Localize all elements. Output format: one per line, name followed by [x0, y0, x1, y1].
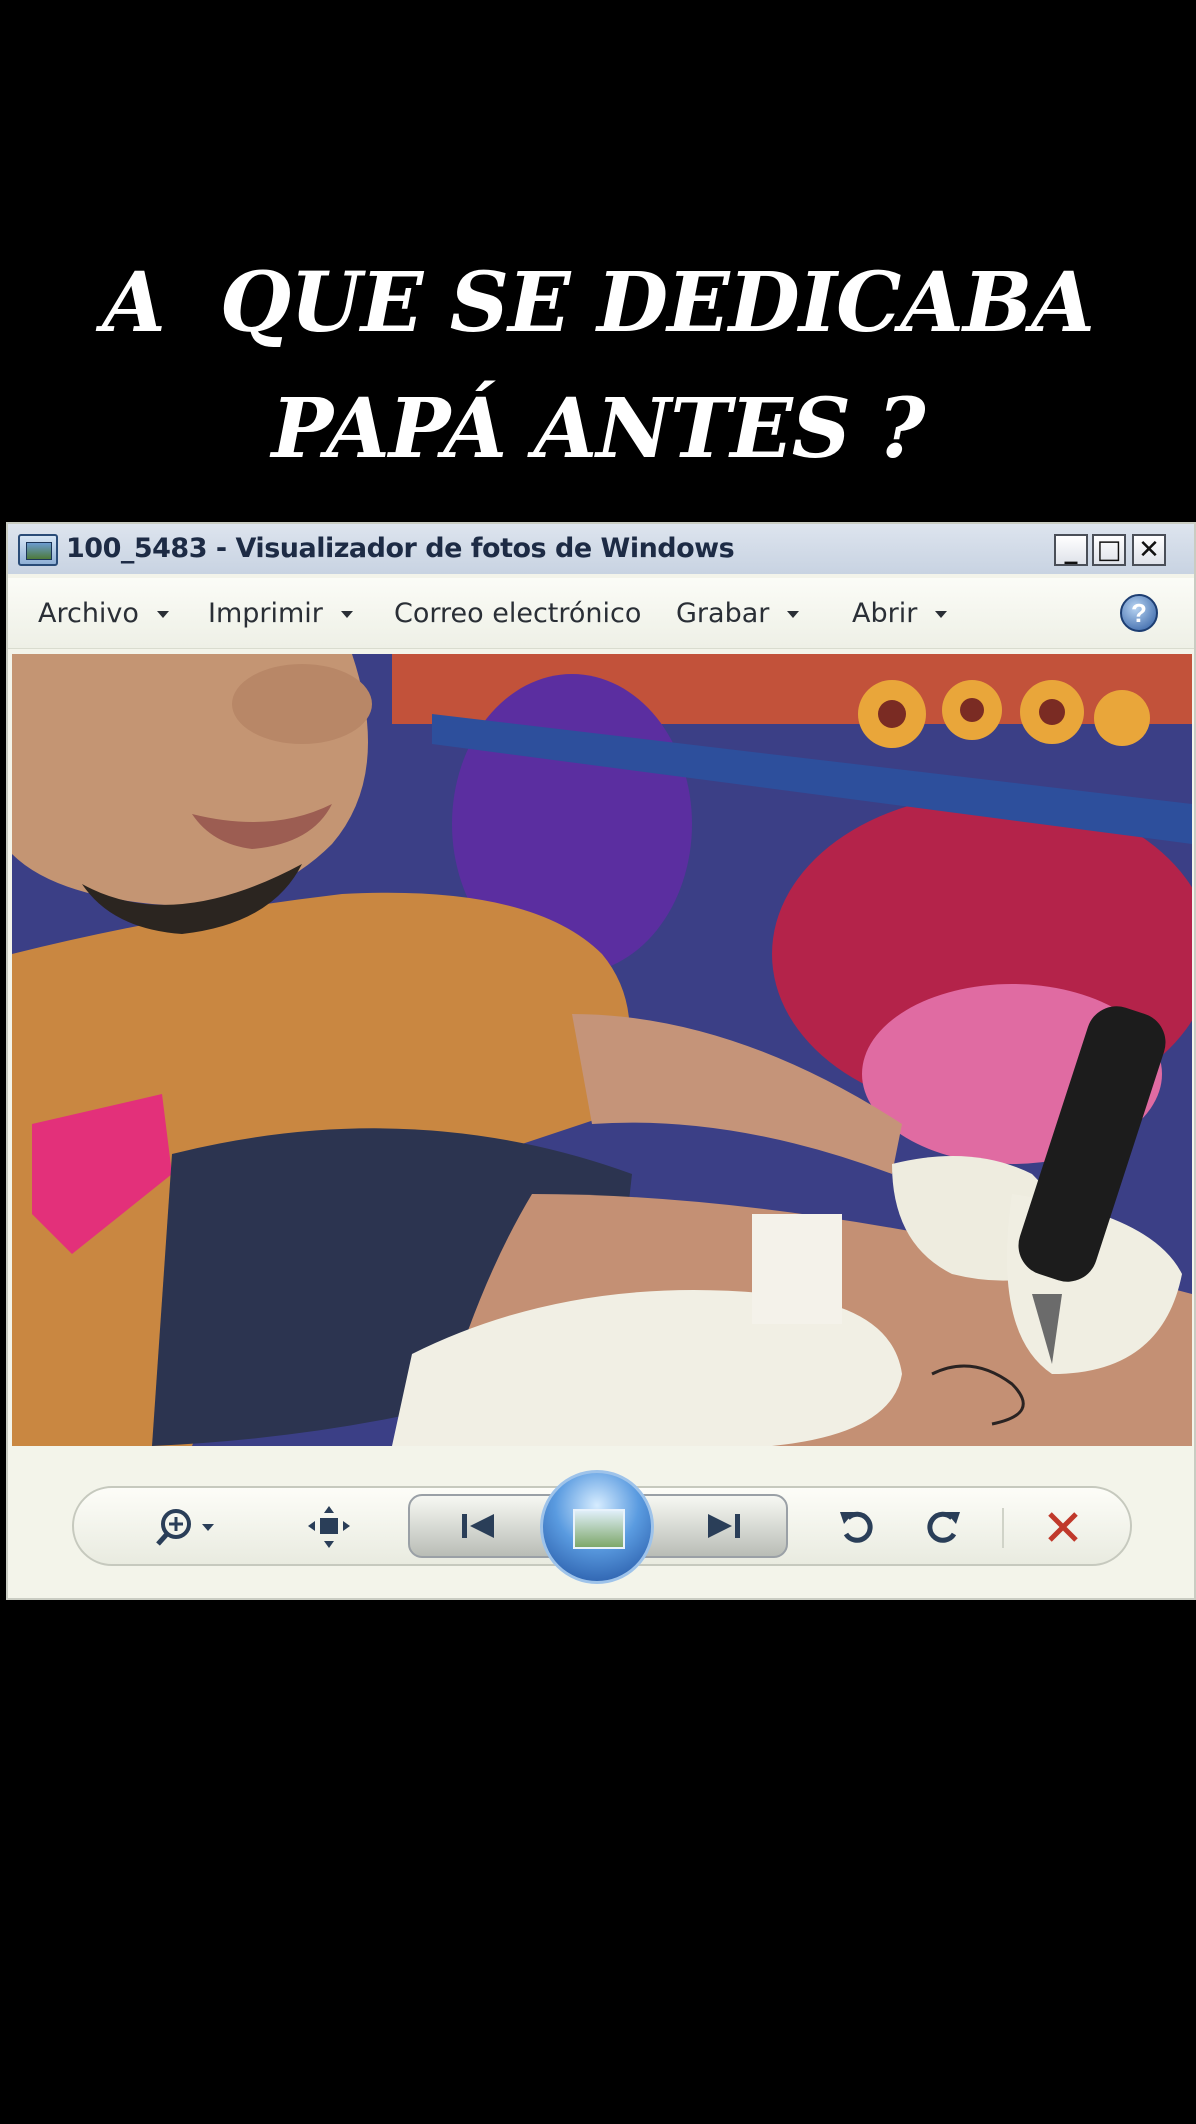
chevron-down-icon — [935, 611, 948, 618]
rotate-left-icon[interactable] — [834, 1504, 880, 1550]
maximize-button[interactable]: □ — [1092, 534, 1126, 566]
chevron-down-icon — [340, 611, 353, 618]
slideshow-icon — [573, 1509, 625, 1549]
previous-icon[interactable] — [454, 1506, 504, 1546]
menu-archivo[interactable]: Archivo — [38, 598, 169, 629]
photo-display — [12, 654, 1192, 1446]
photo-viewer-window: 100_5483 - Visualizador de fotos de Wind… — [6, 522, 1196, 1600]
actual-size-icon[interactable] — [304, 1504, 354, 1550]
bottom-toolbar — [8, 1450, 1194, 1598]
menu-grabar[interactable]: Grabar — [676, 598, 800, 629]
chevron-down-icon — [156, 611, 169, 618]
caption-line-1: A QUE SE DEDICABA — [102, 255, 1095, 351]
menu-imprimir[interactable]: Imprimir — [208, 598, 353, 629]
title-bar[interactable]: 100_5483 - Visualizador de fotos de Wind… — [8, 524, 1194, 574]
minimize-button[interactable]: _ — [1054, 534, 1088, 566]
window-title: 100_5483 - Visualizador de fotos de Wind… — [66, 533, 735, 564]
menu-abrir[interactable]: Abrir — [852, 598, 948, 629]
menu-correo[interactable]: Correo electrónico — [394, 598, 641, 629]
tattoo-photo — [12, 654, 1192, 1446]
next-icon[interactable] — [698, 1506, 748, 1546]
delete-icon[interactable] — [1040, 1504, 1086, 1550]
caption: A QUE SE DEDICABA PAPÁ ANTES ? — [0, 240, 1196, 492]
toolbar-separator — [1002, 1508, 1004, 1548]
menu-bar: Archivo Imprimir Correo electrónico Grab… — [8, 578, 1194, 649]
rotate-right-icon[interactable] — [920, 1504, 966, 1550]
slideshow-button[interactable] — [540, 1470, 654, 1584]
close-button[interactable]: ✕ — [1132, 534, 1166, 566]
photo-viewer-icon — [18, 534, 58, 566]
help-button[interactable]: ? — [1120, 594, 1158, 632]
caption-line-2: PAPÁ ANTES ? — [271, 381, 925, 477]
chevron-down-icon — [787, 611, 800, 618]
zoom-icon[interactable] — [152, 1504, 222, 1550]
